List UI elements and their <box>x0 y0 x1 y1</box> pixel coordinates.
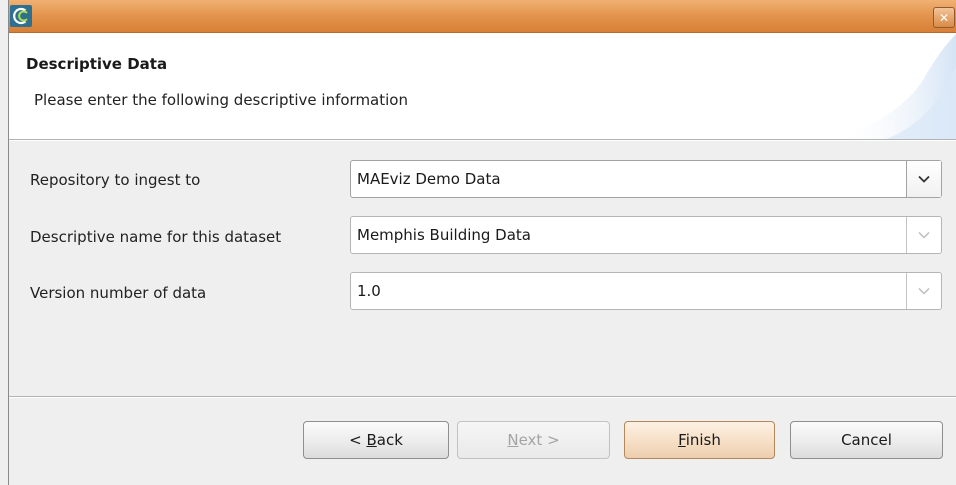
version-input[interactable] <box>351 273 906 309</box>
dataset-name-combo[interactable] <box>350 216 942 254</box>
version-dropdown-button[interactable] <box>906 273 941 309</box>
repository-dropdown-button[interactable] <box>906 161 941 197</box>
page: ✕ Descriptive Data Please enter the foll… <box>0 0 956 485</box>
chevron-down-icon <box>918 175 930 183</box>
back-button-label: < Back <box>349 431 403 449</box>
app-logo-icon <box>10 5 32 27</box>
version-combo[interactable] <box>350 272 942 310</box>
wizard-dialog: ✕ Descriptive Data Please enter the foll… <box>8 0 956 485</box>
back-button[interactable]: < Back <box>303 421 449 459</box>
repository-input[interactable] <box>351 161 906 197</box>
repository-label: Repository to ingest to <box>30 171 201 189</box>
dataset-name-label: Descriptive name for this dataset <box>30 228 282 246</box>
dataset-name-input[interactable] <box>351 217 906 253</box>
cancel-button-label: Cancel <box>841 431 892 449</box>
chevron-down-icon <box>918 231 930 239</box>
repository-combo[interactable] <box>350 160 942 198</box>
next-button-label: Next > <box>507 431 560 449</box>
close-icon: ✕ <box>938 10 950 25</box>
chevron-down-icon <box>918 287 930 295</box>
finish-button-label: Finish <box>678 431 721 449</box>
page-description: Please enter the following descriptive i… <box>34 91 408 109</box>
finish-button[interactable]: Finish <box>624 421 775 459</box>
header-decoration <box>837 34 956 139</box>
wizard-header: Descriptive Data Please enter the follow… <box>9 33 956 139</box>
version-label: Version number of data <box>30 284 207 302</box>
next-button[interactable]: Next > <box>457 421 610 459</box>
window-titlebar[interactable]: ✕ <box>9 0 956 33</box>
header-separator <box>9 139 956 141</box>
dataset-name-dropdown-button[interactable] <box>906 217 941 253</box>
button-bar-separator <box>9 396 956 398</box>
cancel-button[interactable]: Cancel <box>790 421 943 459</box>
page-title: Descriptive Data <box>26 55 168 73</box>
close-button[interactable]: ✕ <box>933 7 955 28</box>
